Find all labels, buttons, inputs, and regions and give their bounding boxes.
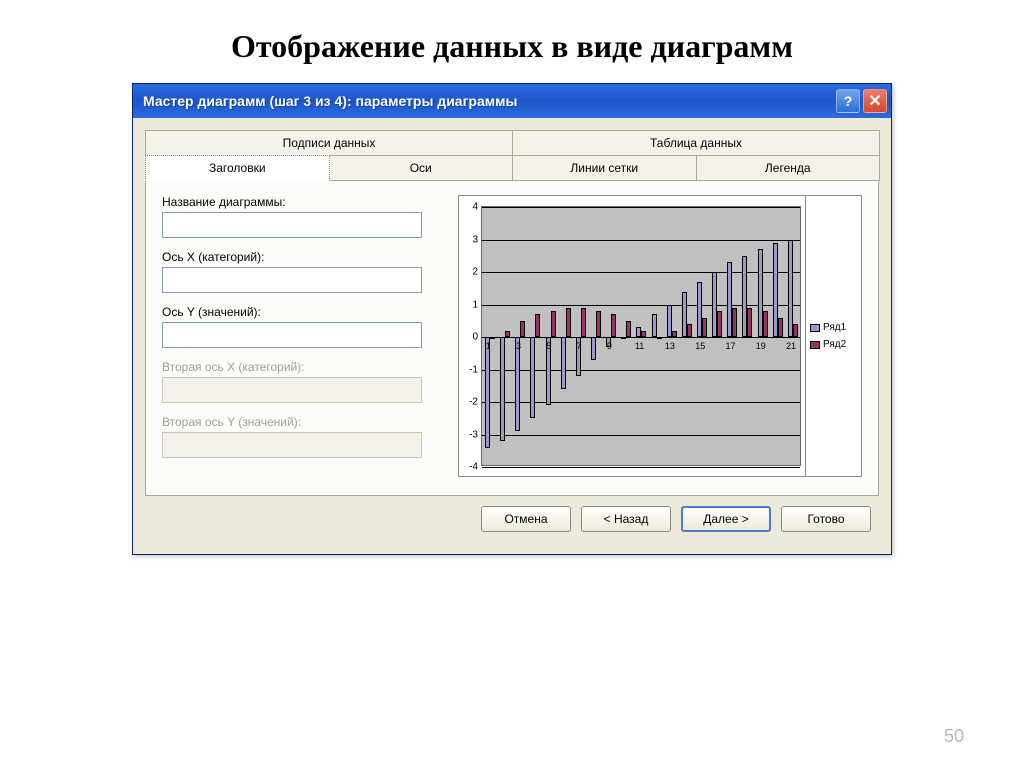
dialog-button-row: Отмена < Назад Далее > Готово [145, 496, 879, 544]
bar-series2 [657, 337, 662, 339]
bar-series2 [641, 331, 646, 338]
x-tick-label: 3 [516, 341, 521, 351]
bar-series1 [621, 337, 626, 339]
x2-axis-label: Вторая ось X (категорий): [162, 360, 442, 374]
y-tick-label: -4 [462, 462, 478, 473]
chart-preview: -4-3-2-10123413579111315171921 Ряд1 Ряд2 [458, 195, 862, 477]
y-tick-label: 4 [462, 202, 478, 213]
tab-data-labels[interactable]: Подписи данных [145, 130, 513, 155]
page-number: 50 [944, 726, 964, 747]
tab-titles[interactable]: Заголовки [145, 155, 330, 181]
legend-swatch-2 [810, 341, 820, 349]
y2-axis-label: Вторая ось Y (значений): [162, 415, 442, 429]
y-axis-input[interactable] [162, 322, 422, 348]
bar-series2 [535, 314, 540, 337]
bar-series2 [611, 314, 616, 337]
chart-plot-area: -4-3-2-10123413579111315171921 [481, 206, 801, 466]
x2-axis-input [162, 377, 422, 403]
slide-title: Отображение данных в виде диаграмм [0, 28, 1024, 65]
bar-series2 [687, 324, 692, 337]
bar-series2 [626, 321, 631, 337]
x-tick-label: 21 [786, 341, 796, 351]
titlebar: Мастер диаграмм (шаг 3 из 4): параметры … [133, 84, 891, 118]
close-icon[interactable]: ✕ [863, 89, 887, 113]
x-tick-label: 15 [695, 341, 705, 351]
x-tick-label: 11 [635, 341, 644, 351]
bar-series2 [581, 308, 586, 337]
y-tick-label: -1 [462, 364, 478, 375]
tab-legend[interactable]: Легенда [696, 155, 881, 181]
x-tick-label: 19 [756, 341, 766, 351]
y-axis-label: Ось Y (значений): [162, 305, 442, 319]
bar-series2 [551, 311, 556, 337]
bar-series1 [652, 314, 657, 337]
bar-series2 [490, 337, 495, 339]
y2-axis-input [162, 432, 422, 458]
tab-axes[interactable]: Оси [329, 155, 514, 181]
legend-swatch-1 [810, 324, 820, 332]
bar-series2 [505, 331, 510, 338]
y-tick-label: 2 [462, 267, 478, 278]
y-tick-label: 1 [462, 299, 478, 310]
bar-series2 [793, 324, 798, 337]
y-tick-label: 0 [462, 332, 478, 343]
legend-label-1: Ряд1 [823, 322, 846, 333]
x-tick-label: 17 [725, 341, 735, 351]
bar-series1 [561, 337, 566, 389]
tab-gridlines[interactable]: Линии сетки [512, 155, 697, 181]
titlebar-text: Мастер диаграмм (шаг 3 из 4): параметры … [143, 93, 833, 109]
bar-series2 [520, 321, 525, 337]
bar-series2 [702, 318, 707, 338]
y-tick-label: 3 [462, 234, 478, 245]
bar-series2 [747, 308, 752, 337]
legend-item-1: Ряд1 [810, 322, 857, 333]
legend-item-2: Ряд2 [810, 339, 857, 350]
bar-series1 [500, 337, 505, 441]
bar-series2 [717, 311, 722, 337]
bar-series2 [763, 311, 768, 337]
chart-title-input[interactable] [162, 212, 422, 238]
tab-data-table[interactable]: Таблица данных [512, 130, 880, 155]
finish-button[interactable]: Готово [781, 506, 871, 532]
bar-series2 [672, 331, 677, 338]
back-button[interactable]: < Назад [581, 506, 671, 532]
bar-series1 [591, 337, 596, 360]
chart-wizard-dialog: Мастер диаграмм (шаг 3 из 4): параметры … [132, 83, 892, 555]
cancel-button[interactable]: Отмена [481, 506, 571, 532]
bar-series2 [732, 308, 737, 337]
x-tick-label: 5 [546, 341, 551, 351]
chart-legend: Ряд1 Ряд2 [805, 196, 861, 476]
x-axis-input[interactable] [162, 267, 422, 293]
bar-series2 [778, 318, 783, 338]
help-icon[interactable]: ? [836, 89, 860, 113]
bar-series2 [596, 311, 601, 337]
y-tick-label: -3 [462, 429, 478, 440]
legend-label-2: Ряд2 [823, 339, 846, 350]
x-tick-label: 9 [607, 341, 612, 351]
bar-series1 [485, 337, 490, 448]
x-tick-label: 13 [665, 341, 675, 351]
y-tick-label: -2 [462, 397, 478, 408]
x-tick-label: 7 [577, 341, 582, 351]
next-button[interactable]: Далее > [681, 506, 771, 532]
chart-title-label: Название диаграммы: [162, 195, 442, 209]
bar-series1 [788, 240, 793, 338]
x-axis-label: Ось X (категорий): [162, 250, 442, 264]
bar-series1 [530, 337, 535, 418]
tab-panel-titles: Название диаграммы: Ось X (категорий): О… [145, 180, 879, 496]
x-tick-label: 1 [486, 341, 491, 351]
bar-series2 [566, 308, 571, 337]
bar-series1 [515, 337, 520, 431]
